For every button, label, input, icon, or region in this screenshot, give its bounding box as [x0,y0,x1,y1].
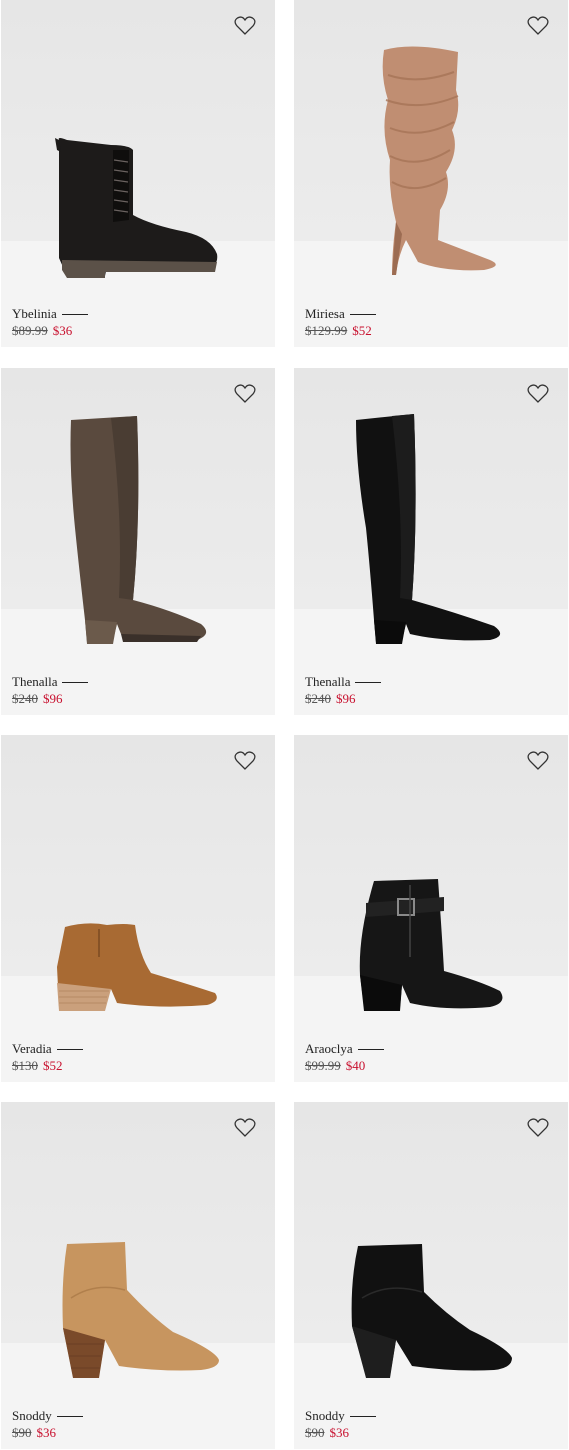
lace-up-combat-boot-icon [55,138,218,278]
sale-price: $36 [36,1425,57,1440]
product-name[interactable]: Ybelinia [12,306,57,322]
slouch-knee-boot-icon [382,46,496,275]
product-card[interactable]: Snoddy $90 $36 [1,1102,275,1449]
wishlist-heart-icon[interactable] [234,751,256,771]
product-card[interactable]: Araoclya $99.99 $40 [294,735,568,1082]
name-divider [62,681,89,683]
ankle-bootie-icon [57,923,217,1011]
product-name[interactable]: Thenalla [305,674,350,690]
product-info: Snoddy $90 $36 [305,1408,376,1441]
sale-price: $36 [329,1425,350,1440]
name-divider [61,313,88,315]
product-info: Ybelinia $89.99 $36 [12,306,88,339]
name-divider [355,681,382,683]
original-price: $90 [12,1425,32,1440]
original-price: $240 [12,691,38,706]
name-divider [56,1415,83,1417]
name-divider [357,1048,384,1050]
product-name[interactable]: Snoddy [12,1408,52,1424]
wishlist-heart-icon[interactable] [527,384,549,404]
original-price: $89.99 [12,323,48,338]
original-price: $240 [305,691,331,706]
sale-price: $52 [43,1058,63,1073]
name-divider [349,1415,376,1417]
wishlist-heart-icon[interactable] [527,16,549,36]
knee-high-boot-icon [70,416,207,644]
product-card[interactable]: Ybelinia $89.99 $36 [1,0,275,347]
name-divider [349,313,376,315]
wishlist-heart-icon[interactable] [527,751,549,771]
wishlist-heart-icon[interactable] [234,16,256,36]
buckle-ankle-boot-icon [359,879,503,1011]
product-card[interactable]: Thenalla $240 $96 [1,368,275,715]
original-price: $90 [305,1425,325,1440]
original-price: $99.99 [305,1058,341,1073]
product-info: Veradia $130 $52 [12,1041,83,1074]
product-name[interactable]: Thenalla [12,674,57,690]
original-price: $130 [12,1058,38,1073]
product-card[interactable]: Snoddy $90 $36 [294,1102,568,1449]
product-name[interactable]: Snoddy [305,1408,345,1424]
sale-price: $52 [352,323,372,338]
product-name[interactable]: Araoclya [305,1041,353,1057]
wishlist-heart-icon[interactable] [234,1118,256,1138]
heeled-ankle-boot-icon [62,1242,219,1378]
product-info: Thenalla $240 $96 [12,674,89,707]
wishlist-heart-icon[interactable] [234,384,256,404]
product-card[interactable]: Thenalla $240 $96 [294,368,568,715]
heeled-ankle-boot-icon [351,1244,512,1378]
product-card[interactable]: Miriesa $129.99 $52 [294,0,568,347]
name-divider [56,1048,83,1050]
product-name[interactable]: Miriesa [305,306,345,322]
knee-high-boot-icon [356,414,501,644]
sale-price: $96 [43,691,63,706]
sale-price: $36 [52,323,73,338]
sale-price: $40 [345,1058,366,1073]
product-grid: Ybelinia $89.99 $36 Miriesa $129.99 $52 [0,0,569,1450]
product-info: Araoclya $99.99 $40 [305,1041,384,1074]
sale-price: $96 [336,691,356,706]
product-info: Snoddy $90 $36 [12,1408,83,1441]
original-price: $129.99 [305,323,348,338]
product-info: Miriesa $129.99 $52 [305,306,376,339]
product-card[interactable]: Veradia $130 $52 [1,735,275,1082]
product-info: Thenalla $240 $96 [305,674,382,707]
wishlist-heart-icon[interactable] [527,1118,549,1138]
product-name[interactable]: Veradia [12,1041,52,1057]
